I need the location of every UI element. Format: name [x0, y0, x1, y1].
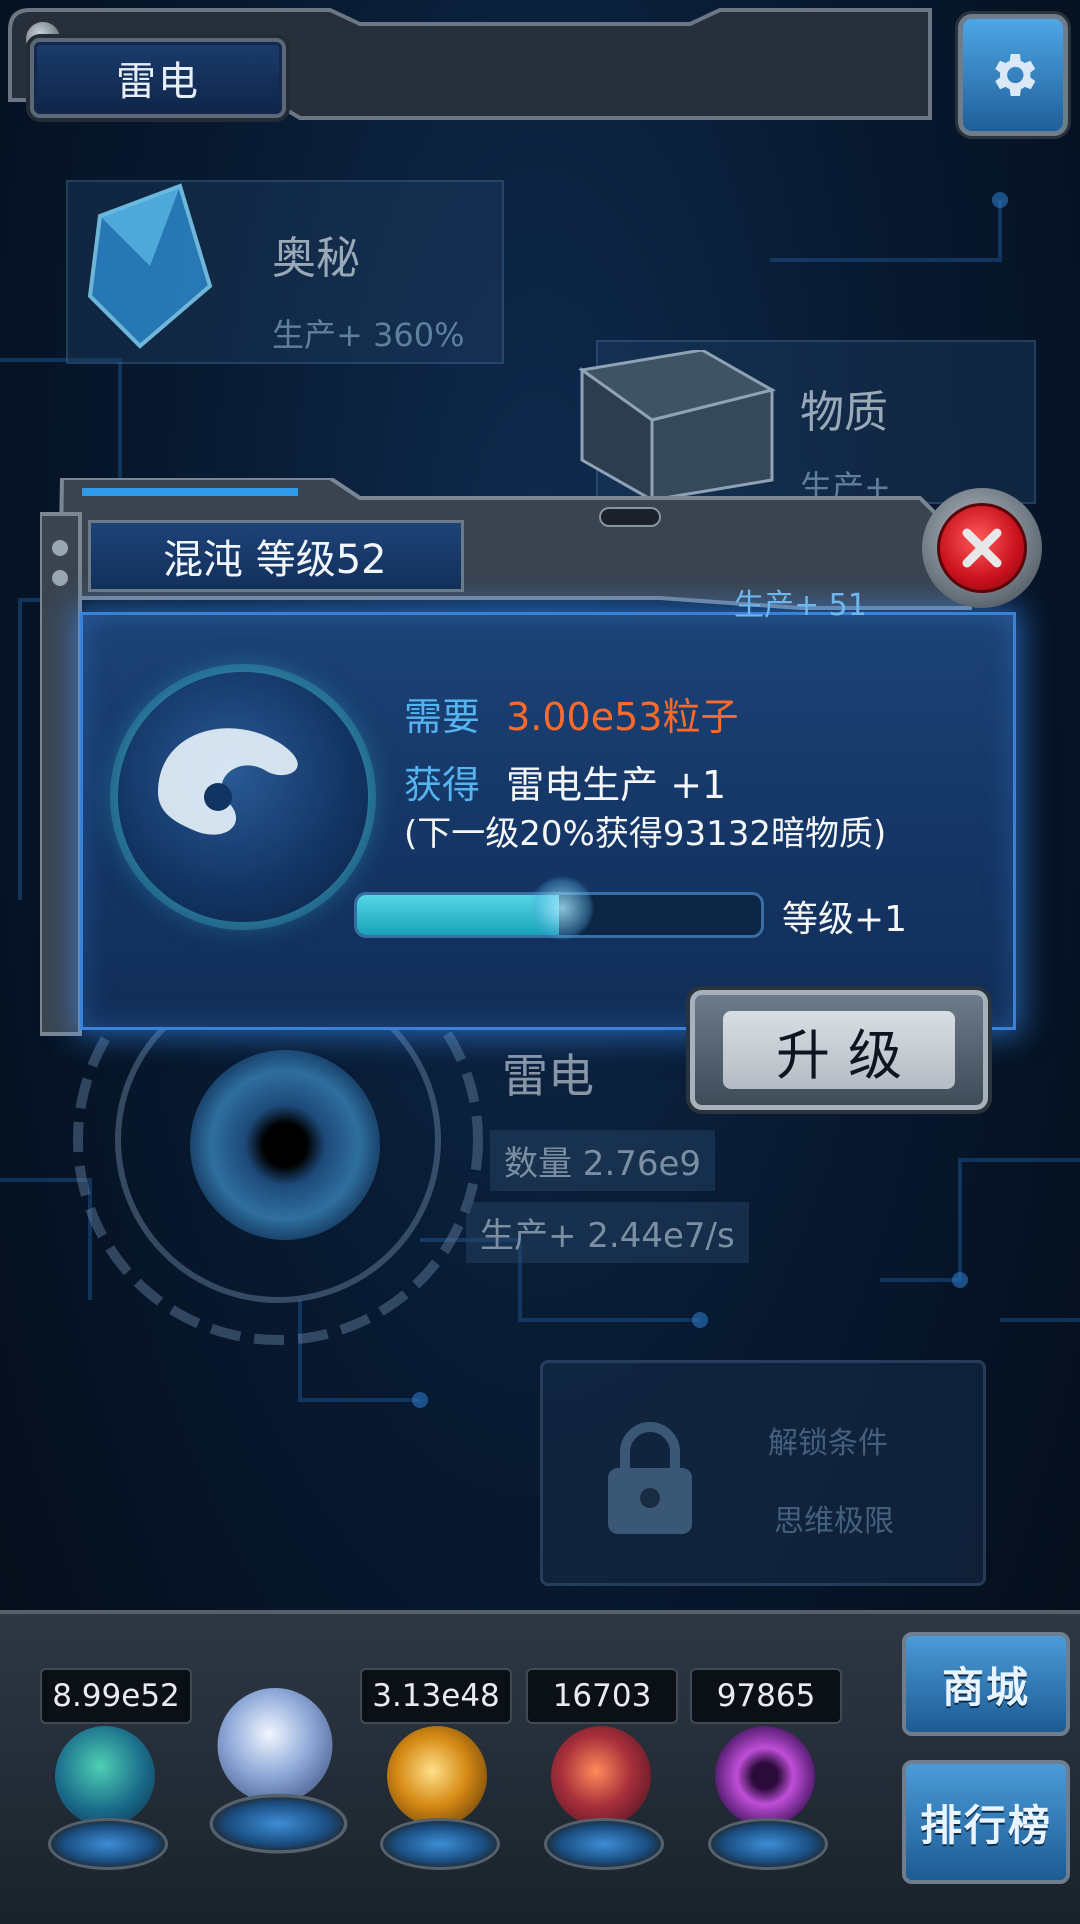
gear-icon — [995, 54, 1036, 96]
vortex-icon — [190, 1050, 380, 1240]
resource-name: 奥秘 — [272, 233, 360, 284]
dialog-production: 生产+ 51 — [734, 588, 867, 623]
orb-pad — [544, 1818, 664, 1870]
resource-slot-lightning[interactable] — [200, 1679, 350, 1854]
next-level-note: (下一级20%获得93132暗物质) — [404, 814, 887, 854]
resource-name: 物质 — [800, 387, 888, 438]
lightning-orb-icon — [217, 1687, 333, 1803]
atom-orb-icon — [55, 1726, 155, 1826]
void-orb-icon — [715, 1726, 815, 1826]
resource-counter: 8.99e52 — [40, 1668, 192, 1724]
page-title: 雷电 — [30, 38, 286, 118]
resource-slot-energy[interactable] — [372, 1718, 502, 1870]
resource-counter: 16703 — [526, 1668, 678, 1724]
requirement-value: 3.00e53粒子 — [506, 695, 739, 739]
ranking-button[interactable]: 排行榜 — [902, 1760, 1070, 1884]
upgrade-button[interactable]: 升级 — [690, 990, 988, 1110]
lock-icon — [608, 1422, 692, 1534]
resource-counter: 3.13e48 — [360, 1668, 512, 1724]
chaos-orb-icon — [118, 672, 368, 922]
close-button[interactable] — [922, 488, 1042, 608]
energy-orb-icon — [387, 1726, 487, 1826]
orb-pad — [708, 1818, 828, 1870]
level-plus-label: 等级+1 — [782, 899, 908, 940]
progress-fill — [357, 895, 559, 935]
shop-button[interactable]: 商城 — [902, 1632, 1070, 1736]
orb-pad — [48, 1818, 168, 1870]
orb-pad — [380, 1818, 500, 1870]
resource-slot-atom[interactable] — [40, 1718, 170, 1870]
gain-value: 雷电生产 +1 — [506, 763, 727, 807]
progress-knob — [530, 876, 594, 940]
requirement-label: 需要 — [404, 695, 481, 739]
orb-pad — [209, 1793, 348, 1854]
resource-quantity: 数量 2.76e9 — [490, 1130, 716, 1191]
upgrade-button-label: 升级 — [723, 1011, 955, 1089]
resource-production: 生产+ 360% — [272, 316, 465, 354]
gain-label: 获得 — [404, 763, 481, 807]
gain-line: 获得 雷电生产 +1 — [404, 754, 726, 809]
resource-production: 生产+ 2.44e7/s — [466, 1202, 749, 1263]
resource-slot-brain[interactable] — [536, 1718, 666, 1870]
crystal-icon — [87, 183, 213, 349]
resource-counter: 97865 — [690, 1668, 842, 1724]
requirement-line: 需要 3.00e53粒子 — [404, 686, 738, 741]
unlock-condition-label: 解锁条件 — [768, 1426, 888, 1461]
close-icon — [937, 503, 1027, 593]
resource-name: 雷电 — [502, 1049, 594, 1103]
resource-slot-void[interactable] — [700, 1718, 830, 1870]
unlock-condition-value: 思维极限 — [774, 1504, 894, 1539]
settings-button[interactable] — [958, 14, 1068, 136]
dialog-title: 混沌 等级52 — [88, 520, 464, 592]
brain-orb-icon — [551, 1726, 651, 1826]
